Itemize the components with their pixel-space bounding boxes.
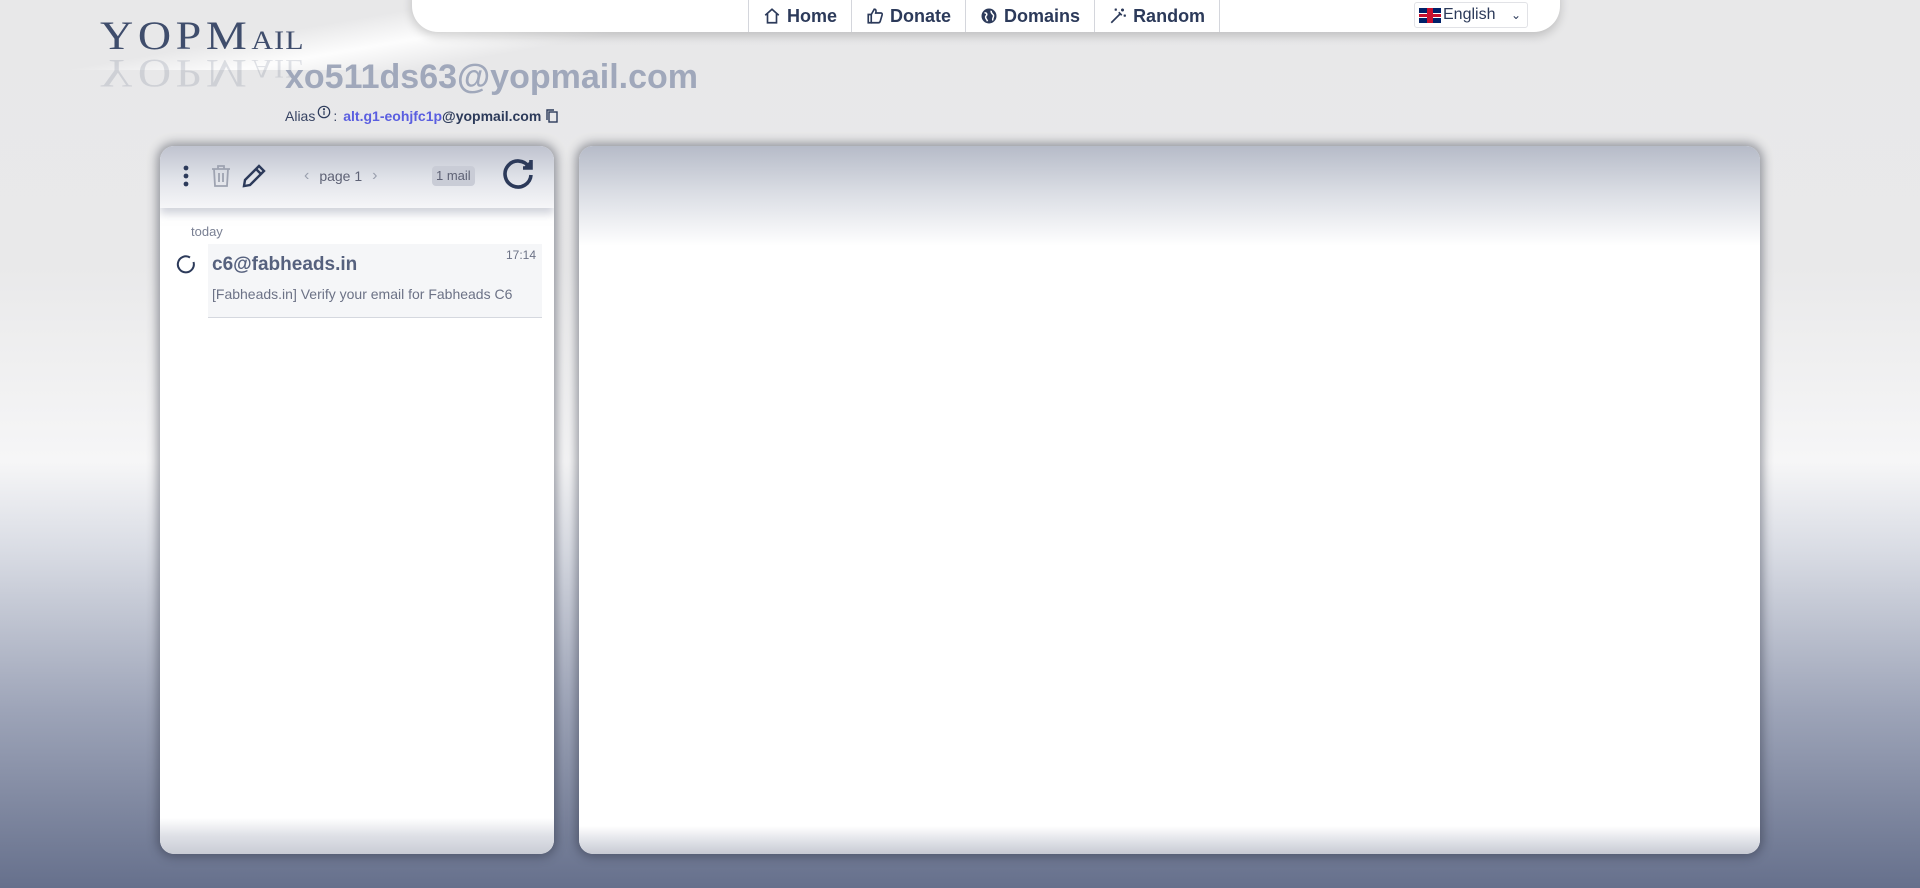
nav-donate-label: Donate (890, 5, 952, 26)
uk-flag-icon (1419, 7, 1441, 23)
mail-sender: c6@fabheads.in (212, 254, 358, 275)
language-select[interactable]: English ⌄ (1414, 2, 1528, 28)
mail-list-footer (160, 818, 554, 854)
nav-home[interactable]: Home (748, 0, 851, 32)
top-bar: Home Donate Domains Random English ⌄ (412, 0, 1560, 32)
nav-domains[interactable]: Domains (965, 0, 1094, 32)
chevron-down-icon: ⌄ (1510, 8, 1521, 22)
mail-viewer-panel (579, 146, 1760, 854)
language-label: English (1443, 6, 1496, 23)
pager: ‹ page 1 › (304, 164, 377, 188)
mail-list-item[interactable]: c6@fabheads.in 17:14 [Fabheads.in] Verif… (208, 244, 542, 318)
nav-random-label: Random (1133, 5, 1206, 26)
delete-icon[interactable] (210, 164, 232, 188)
refresh-icon[interactable] (500, 156, 536, 192)
alias-domain: @yopmail.com (442, 108, 542, 124)
alias-label: Alias (285, 108, 316, 124)
mail-time: 17:14 (505, 248, 536, 262)
mail-count-badge: 1 mail (432, 166, 475, 186)
thumbs-up-icon (867, 8, 884, 24)
info-icon[interactable] (317, 105, 331, 119)
mail-viewer-footer (579, 826, 1760, 854)
alias-separator: : (333, 108, 338, 124)
alias-name[interactable]: alt.g1-eohjfc1p (343, 108, 442, 124)
nav-domains-label: Domains (1004, 5, 1081, 26)
globe-icon (981, 8, 997, 24)
main-nav: Home Donate Domains Random (748, 0, 1221, 32)
mail-list-panel: ‹ page 1 › 1 mail today c6@fabheads.in 1… (160, 146, 554, 854)
mail-group-label: today (191, 224, 223, 239)
mail-list-toolbar: ‹ page 1 › 1 mail (160, 146, 554, 208)
inbox-address: xo511ds63@yopmail.com (285, 58, 699, 96)
copy-icon[interactable] (544, 108, 560, 124)
previous-page-icon[interactable]: ‹ (304, 167, 309, 185)
magic-wand-icon (1110, 8, 1126, 24)
mail-subject: [Fabheads.in] Verify your email for Fabh… (212, 286, 513, 302)
page-label: page 1 (319, 168, 363, 184)
home-icon (764, 8, 780, 24)
nav-home-label: Home (787, 5, 838, 26)
nav-random[interactable]: Random (1094, 0, 1221, 32)
alias-line: Alias : alt.g1-eohjfc1p @yopmail.com (285, 105, 560, 124)
mail-viewer-header (579, 146, 1760, 246)
logo-reflection: YOPMAIL (100, 51, 305, 96)
nav-donate[interactable]: Donate (851, 0, 965, 32)
loading-spinner-icon (176, 255, 195, 274)
compose-icon[interactable] (240, 162, 268, 190)
next-page-icon[interactable]: › (372, 167, 377, 185)
more-options-icon[interactable] (182, 164, 190, 188)
